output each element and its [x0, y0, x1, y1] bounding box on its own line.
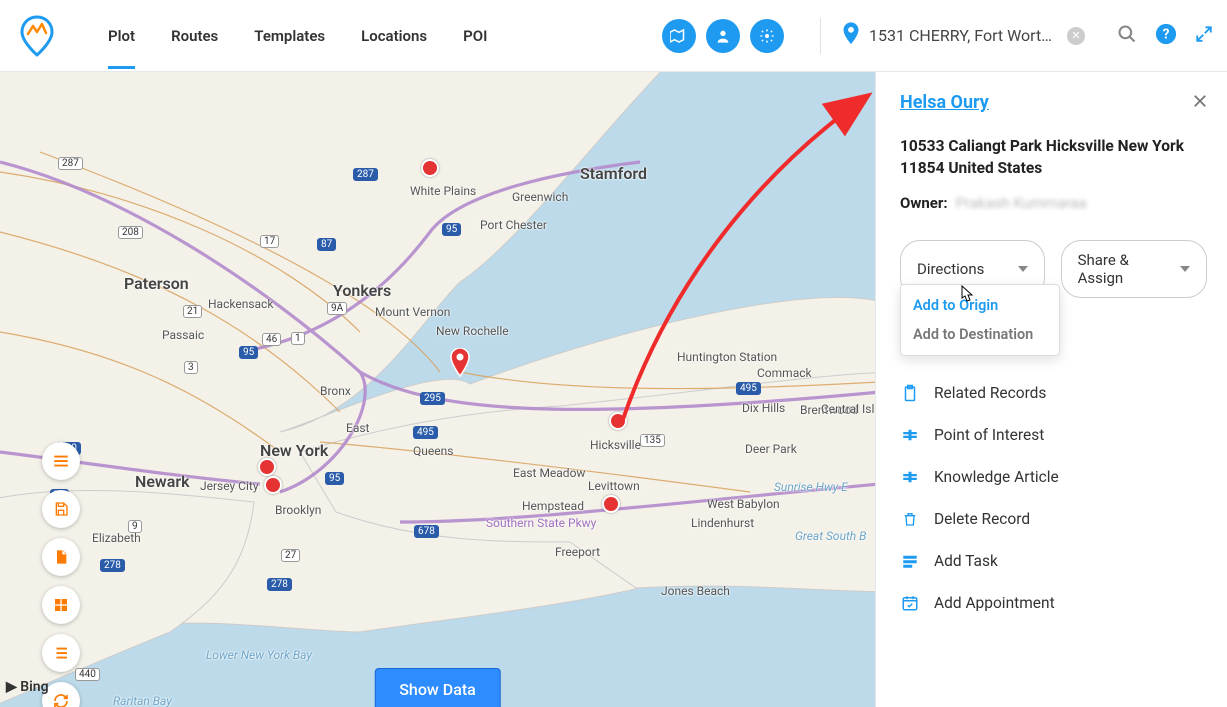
detail-sidebar: Helsa Oury 10533 Caliangt Park Hicksvill…	[875, 72, 1227, 707]
nav-poi[interactable]: POI	[463, 3, 487, 69]
clear-address-icon[interactable]: ✕	[1067, 27, 1085, 45]
action-related-records[interactable]: Related Records	[900, 376, 1207, 410]
close-sidebar-icon[interactable]	[1191, 92, 1209, 114]
address-box[interactable]: 1531 CHERRY, Fort Worth… ✕	[841, 22, 1085, 50]
header: Plot Routes Templates Locations POI 1531 CHE…	[0, 0, 1227, 72]
article-icon	[900, 468, 920, 486]
route-shield: 495	[736, 382, 761, 395]
map-marker[interactable]	[609, 412, 627, 430]
record-owner: Owner:Prakash Kummaraa	[900, 194, 1207, 212]
bing-attribution: ▶ Bing	[6, 679, 49, 695]
route-shield: 46	[262, 333, 281, 346]
map-pin-marker[interactable]	[450, 348, 470, 378]
action-add-appointment[interactable]: Add Appointment	[900, 586, 1207, 620]
route-shield: 21	[183, 305, 202, 318]
address-text: 1531 CHERRY, Fort Worth…	[869, 26, 1059, 45]
map-marker[interactable]	[258, 458, 276, 476]
save-button[interactable]	[42, 490, 80, 528]
add-to-origin-item[interactable]: Add to Origin	[901, 291, 1059, 320]
record-actions: Related Records Point of Interest Knowledg…	[900, 376, 1207, 620]
route-shield: 9	[128, 520, 142, 533]
route-shield: 3	[184, 361, 198, 374]
route-shield: 27	[281, 549, 300, 562]
svg-text:?: ?	[1163, 26, 1170, 42]
task-icon	[900, 552, 920, 570]
show-data-button[interactable]: Show Data	[374, 668, 501, 707]
map-canvas[interactable]: StamfordWhite PlainsGreenwichPort Cheste…	[0, 72, 875, 707]
poi-icon	[900, 426, 920, 444]
settings-button[interactable]	[750, 19, 784, 53]
nav-locations[interactable]: Locations	[361, 3, 427, 69]
chevron-down-icon	[1018, 266, 1028, 272]
route-shield: 287	[58, 157, 83, 170]
action-delete-record[interactable]: Delete Record	[900, 502, 1207, 536]
route-shield: 295	[420, 392, 445, 405]
action-add-task[interactable]: Add Task	[900, 544, 1207, 578]
record-address: 10533 Caliangt Park Hicksville New York …	[900, 135, 1207, 180]
user-mode-button[interactable]	[706, 19, 740, 53]
route-shield: 17	[260, 235, 279, 248]
list-view-button[interactable]	[42, 442, 80, 480]
route-shield: 1	[291, 332, 305, 345]
layers-button[interactable]	[42, 634, 80, 672]
add-to-destination-item[interactable]: Add to Destination	[901, 320, 1059, 349]
pin-icon	[841, 22, 861, 50]
record-title-link[interactable]: Helsa Oury	[900, 92, 989, 113]
route-shield: 287	[353, 168, 378, 181]
grid-button[interactable]	[42, 586, 80, 624]
map-mode-button[interactable]	[662, 19, 696, 53]
route-shield: 278	[267, 578, 292, 591]
route-shield: 135	[640, 434, 665, 447]
directions-menu: Add to Origin Add to Destination	[900, 284, 1060, 356]
nav-plot[interactable]: Plot	[108, 3, 135, 69]
cursor-icon	[955, 284, 975, 312]
map-marker[interactable]	[421, 159, 439, 177]
document-button[interactable]	[42, 538, 80, 576]
nav-routes[interactable]: Routes	[171, 3, 218, 69]
chevron-down-icon	[1180, 266, 1190, 272]
route-shield: 678	[414, 525, 439, 538]
route-shield: 278	[100, 559, 125, 572]
clipboard-icon	[900, 384, 920, 402]
route-shield: 95	[239, 346, 258, 359]
share-assign-dropdown[interactable]: Share & Assign	[1061, 240, 1207, 298]
map-tools	[42, 442, 80, 707]
route-shield: 495	[413, 426, 438, 439]
trash-icon	[900, 510, 920, 528]
route-shield: 87	[317, 238, 336, 251]
expand-icon[interactable]	[1195, 25, 1213, 47]
main-nav: Plot Routes Templates Locations POI	[108, 3, 487, 69]
nav-templates[interactable]: Templates	[254, 3, 325, 69]
action-point-of-interest[interactable]: Point of Interest	[900, 418, 1207, 452]
search-icon[interactable]	[1117, 24, 1137, 48]
route-shield: 9A	[327, 302, 347, 315]
route-shield: 95	[325, 472, 344, 485]
action-knowledge-article[interactable]: Knowledge Article	[900, 460, 1207, 494]
map-marker[interactable]	[602, 495, 620, 513]
app-logo	[14, 13, 60, 59]
route-shield: 95	[442, 223, 461, 236]
route-shield: 208	[118, 226, 143, 239]
calendar-icon	[900, 594, 920, 612]
help-icon[interactable]: ?	[1155, 23, 1177, 49]
map-marker[interactable]	[264, 476, 282, 494]
